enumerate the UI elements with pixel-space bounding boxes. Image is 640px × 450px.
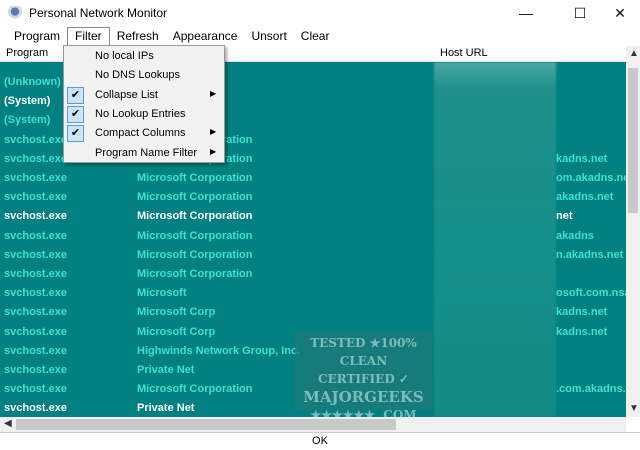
scroll-down-icon[interactable]: ▼: [629, 403, 639, 414]
cell-company: Microsoft: [137, 287, 187, 300]
menu-program[interactable]: Program: [7, 27, 67, 45]
cell-company: Microsoft Corporation: [137, 383, 253, 396]
cell-company: Microsoft Corporation: [137, 210, 253, 223]
cell-company: Microsoft Corp: [137, 306, 216, 319]
column-host-url[interactable]: Host URL: [440, 47, 488, 59]
cell-program: (Unknown): [4, 76, 61, 88]
majorgeeks-watermark: TESTED ★100% CLEAN CERTIFIED ✓ MAJORGEEK…: [295, 332, 432, 422]
cell-company: Private Net: [137, 364, 195, 376]
table-row[interactable]: svchost.exe Microsoft Corporation akadns.n…: [0, 188, 626, 207]
minimize-button[interactable]: —: [503, 0, 549, 26]
cell-program: (System): [4, 114, 51, 127]
cell-company: Microsoft Corporation: [137, 268, 253, 280]
scroll-up-icon[interactable]: ▲: [629, 48, 639, 59]
cell-program: svchost.exe: [4, 172, 67, 184]
watermark-text: CERTIFIED ✓: [318, 372, 409, 386]
scroll-left-icon[interactable]: ◀: [4, 418, 12, 429]
window-title: Personal Network Monitor: [29, 6, 168, 20]
close-button[interactable]: ✕: [597, 0, 640, 26]
cell-program: (System): [4, 95, 51, 108]
cell-program: svchost.exe: [4, 344, 67, 357]
table-row[interactable]: svchost.exe Microsoft Corporation akadns: [0, 227, 626, 246]
cell-program: svchost.exe: [4, 229, 67, 242]
cell-program: svchost.exe: [4, 364, 67, 376]
menu-item-label: Program Name Filter: [95, 146, 198, 159]
menu-item-label: No local IPs: [95, 50, 154, 62]
menu-refresh[interactable]: Refresh: [110, 27, 166, 45]
menu-item-no-lookup-entries[interactable]: ✔ No Lookup Entries: [64, 105, 224, 124]
cell-host: n.akadns.net: [556, 248, 624, 261]
submenu-arrow-icon: ▶: [210, 127, 217, 137]
table-row[interactable]: svchost.exe Microsoft Corporation: [0, 265, 626, 284]
menu-item-label: Compact Columns: [95, 127, 186, 140]
cell-program: svchost.exe: [4, 383, 67, 396]
menu-item-program-name-filter[interactable]: Program Name Filter ▶: [64, 144, 224, 163]
menu-clear[interactable]: Clear: [294, 27, 337, 45]
menu-item-no-dns-lookups[interactable]: No DNS Lookups: [64, 66, 224, 85]
watermark-text: TESTED ★100% CLEAN: [310, 336, 417, 368]
menu-item-compact-columns[interactable]: ✔ Compact Columns ▶: [64, 124, 224, 143]
cell-program: svchost.exe: [4, 268, 67, 280]
cell-program: svchost.exe: [4, 325, 67, 338]
menu-item-label: No Lookup Entries: [95, 107, 186, 120]
column-program[interactable]: Program: [6, 47, 48, 59]
menu-item-label: No DNS Lookups: [95, 69, 180, 82]
table-row[interactable]: svchost.exe Microsoft osoft.com.nsa: [0, 284, 626, 303]
cell-company: Microsoft Corporation: [137, 248, 253, 261]
submenu-arrow-icon: ▶: [210, 146, 217, 156]
menu-item-collapse-list[interactable]: ✔ Collapse List ▶: [64, 86, 224, 105]
menu-appearance[interactable]: Appearance: [166, 27, 245, 45]
cell-program: svchost.exe: [4, 287, 67, 300]
table-row[interactable]: svchost.exe Microsoft Corp kadns.net: [0, 303, 626, 322]
submenu-arrow-icon: ▶: [210, 88, 217, 98]
menu-filter[interactable]: Filter: [67, 27, 110, 45]
menu-bar: Program Filter Refresh Appearance Unsort…: [0, 27, 640, 45]
cell-host: akadns.net: [556, 191, 614, 204]
table-row[interactable]: svchost.exe Microsoft Corporation net: [0, 207, 626, 226]
cell-company: Microsoft Corporation: [137, 229, 253, 242]
scroll-thumb[interactable]: [628, 68, 638, 213]
menu-unsort[interactable]: Unsort: [244, 27, 293, 45]
cell-program: svchost.exe: [4, 306, 67, 319]
checkmark-icon: ✔: [67, 86, 84, 104]
ok-button[interactable]: OK: [0, 432, 640, 450]
cell-host: .com.akadns.n: [556, 383, 626, 396]
cell-company: Microsoft Corporation: [137, 191, 253, 204]
cell-host: akadns: [556, 229, 594, 242]
cell-company: Private Net: [137, 402, 195, 415]
app-icon: [7, 6, 23, 20]
cell-program: svchost.exe: [4, 402, 67, 415]
checkmark-icon: ✔: [67, 125, 84, 143]
cell-program: svchost.exe: [4, 248, 67, 261]
menu-item-no-local-ips[interactable]: No local IPs: [64, 47, 224, 66]
table-row[interactable]: svchost.exe Microsoft Corporation om.akadn…: [0, 169, 626, 188]
cell-program: svchost.exe: [4, 210, 67, 223]
cell-program: svchost.exe: [4, 191, 67, 204]
cell-host: net: [556, 210, 573, 223]
cell-program: svchost.exe: [4, 133, 67, 146]
cell-host: kadns.net: [556, 152, 608, 165]
horizontal-scrollbar[interactable]: ◀: [0, 417, 626, 432]
watermark-text: MAJORGEEKS: [303, 388, 424, 406]
cell-host: osoft.com.nsa: [556, 287, 626, 300]
vertical-scrollbar[interactable]: ▲ ▼: [626, 46, 640, 417]
cell-program: svchost.exe: [4, 152, 67, 165]
checkmark-icon: ✔: [67, 105, 84, 123]
table-row[interactable]: svchost.exe Microsoft Corporation n.akadns…: [0, 246, 626, 265]
cell-company: Microsoft Corporation: [137, 172, 253, 184]
filter-dropdown-menu: No local IPs No DNS Lookups ✔ Collapse List…: [63, 45, 225, 163]
cell-company: Microsoft Corp: [137, 325, 216, 338]
title-bar: Personal Network Monitor — ☐ ✕: [0, 0, 640, 26]
cell-company: Highwinds Network Group, Inc.: [137, 344, 301, 357]
cell-host: kadns.net: [556, 306, 608, 319]
cell-host: om.akadns.net: [556, 172, 626, 184]
cell-host: kadns.net: [556, 325, 608, 338]
scroll-thumb[interactable]: [16, 419, 396, 430]
menu-item-label: Collapse List: [95, 88, 158, 101]
